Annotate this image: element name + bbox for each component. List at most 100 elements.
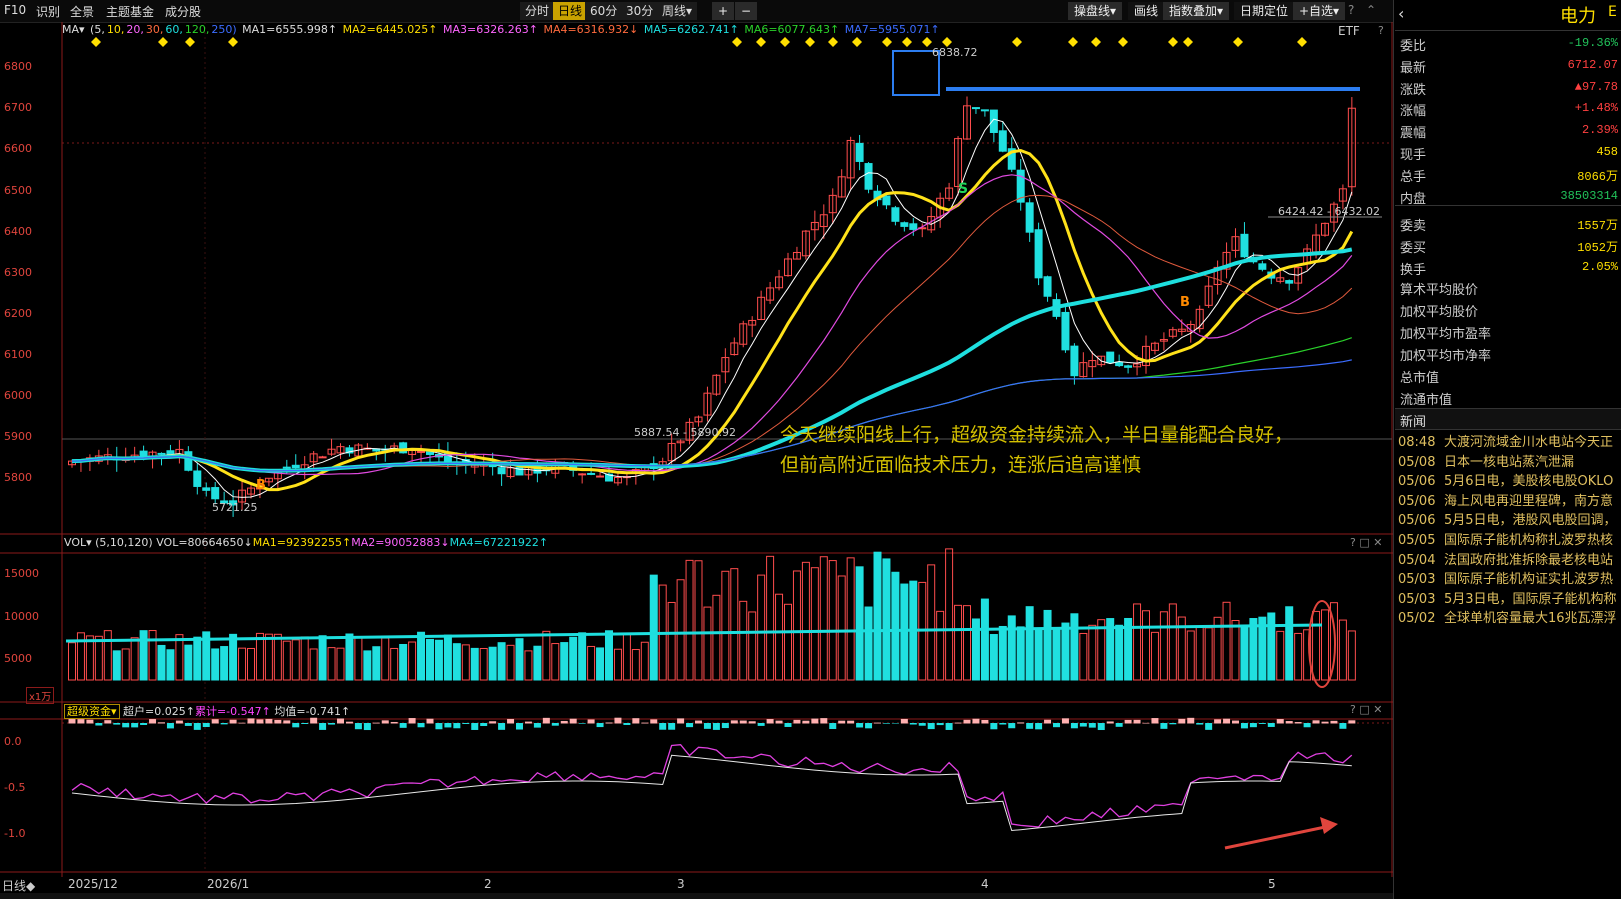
- volume-bar: [264, 633, 273, 681]
- fund-bar: [1142, 722, 1150, 724]
- date-locate-button[interactable]: 日期定位: [1234, 2, 1295, 20]
- kline-chart-canvas[interactable]: 6838.72 5721.25 5887.54 - 5890.92 6424.4…: [0, 22, 1393, 877]
- average-field: 加权平均股价: [1400, 305, 1479, 320]
- fund-bar: [1249, 723, 1257, 728]
- quote-row: 震幅 2.39%: [1398, 120, 1620, 141]
- tab-daily[interactable]: 日线: [553, 2, 588, 20]
- super-fund-dropdown[interactable]: 超级资金▾: [64, 704, 120, 719]
- vol-panel-controls[interactable]: ? □ ✕: [1350, 536, 1382, 549]
- help-icon[interactable]: ?: [1378, 24, 1384, 37]
- help-icon[interactable]: ?: [1348, 3, 1354, 17]
- volume-bar: [381, 637, 390, 681]
- quote-value: 8066万: [1577, 169, 1618, 184]
- volume-bar: [399, 644, 408, 681]
- news-item[interactable]: 05/02 全球单机容量最大16兆瓦漂浮: [1398, 607, 1620, 626]
- draw-line-button[interactable]: 画线: [1128, 2, 1165, 20]
- security-suffix: E: [1608, 4, 1617, 20]
- tab-30min[interactable]: 30分: [621, 2, 659, 20]
- buy-signal-1: B: [256, 478, 266, 493]
- volume-bar: [1007, 615, 1016, 681]
- fund-bar: [462, 723, 470, 724]
- volume-bar: [748, 611, 757, 681]
- fund-bar: [1258, 723, 1266, 724]
- vol-dropdown[interactable]: VOL▾: [64, 536, 92, 549]
- news-item[interactable]: 08:48 大渡河流域金川水电站今天正: [1398, 431, 1620, 450]
- fund-bar: [480, 723, 488, 727]
- fund-bar: [1303, 723, 1311, 728]
- chevron-up-icon[interactable]: ⌃: [1366, 3, 1376, 17]
- news-item[interactable]: 05/06 海上风电再迎里程碑，南方意: [1398, 490, 1620, 509]
- volume-unit: x1万: [26, 687, 55, 704]
- news-item[interactable]: 05/03 5月3日电，国际原子能机构称: [1398, 588, 1620, 607]
- analysis-note-line1: 今天继续阳线上行，超级资金持续流入，半日量能配合良好，: [780, 424, 1294, 446]
- news-item[interactable]: 05/06 5月5日电，港股风电股回调，: [1398, 509, 1620, 528]
- fund-bar: [560, 720, 568, 724]
- news-headline: 5月6日电，美股核电股OKLO: [1444, 474, 1614, 490]
- news-item[interactable]: 05/06 5月6日电，美股核电股OKLO: [1398, 470, 1620, 489]
- fund-bar: [936, 723, 944, 726]
- candle-body: [157, 452, 166, 455]
- period-selector[interactable]: 日线◆: [2, 877, 35, 894]
- fund-bar: [909, 723, 917, 725]
- index-overlay-dropdown[interactable]: 指数叠加▾: [1163, 2, 1230, 20]
- average-field: 加权平均市净率: [1400, 349, 1492, 364]
- fund-bar: [516, 723, 523, 730]
- volume-bar: [891, 571, 900, 681]
- quote-row: 涨幅 +1.48%: [1398, 98, 1620, 119]
- volume-bar: [1142, 610, 1150, 681]
- volume-bar: [211, 648, 220, 681]
- volume-bar: [1070, 613, 1079, 681]
- trading-line-dropdown[interactable]: 操盘线▾: [1068, 2, 1123, 20]
- fund-bar: [202, 723, 210, 727]
- fund-bar: [721, 723, 729, 729]
- quote-value: 1557万: [1577, 219, 1618, 234]
- constituents-button[interactable]: 成分股: [165, 3, 201, 20]
- volume-bar: [515, 638, 524, 681]
- volume-bar: [963, 605, 971, 681]
- range-label-2: 6424.42 - 6432.02: [1278, 205, 1380, 218]
- bottom-scrollbar[interactable]: [0, 893, 1393, 899]
- high-price-label: 6838.72: [932, 46, 978, 59]
- f10-button[interactable]: F10: [4, 3, 26, 17]
- candle-body: [971, 107, 980, 110]
- news-item[interactable]: 05/03 国际原子能机构证实扎波罗热: [1398, 568, 1620, 587]
- analysis-note-line2: 但前高附近面临技术压力，连涨后追高谨慎: [780, 454, 1142, 476]
- candle-body: [980, 109, 989, 112]
- ma-dropdown[interactable]: MA▾: [62, 23, 85, 36]
- fund-bar: [1053, 723, 1060, 728]
- candle-body: [1240, 233, 1249, 258]
- quanjing-button[interactable]: 全景: [70, 3, 94, 20]
- volume-bar: [452, 643, 461, 681]
- news-tab[interactable]: 新闻: [1400, 411, 1426, 430]
- ma4-value: MA4=6316.932↓: [543, 23, 639, 36]
- theme-fund-button[interactable]: 主题基金: [106, 3, 154, 20]
- quote-value: 1052万: [1577, 241, 1618, 256]
- fund-bar: [900, 718, 908, 724]
- fund-bar: [158, 722, 165, 724]
- fund-bar: [1160, 723, 1168, 729]
- fund-panel-controls[interactable]: ? □ ✕: [1350, 703, 1382, 716]
- fund-bar: [1205, 723, 1213, 730]
- volume-bar: [578, 632, 587, 681]
- tab-60min[interactable]: 60分: [585, 2, 623, 20]
- quote-label: 内盘: [1400, 191, 1427, 207]
- tab-weekly[interactable]: 周线▾: [657, 2, 698, 20]
- volume-bar: [712, 594, 721, 681]
- zoom-out-button[interactable]: −: [735, 2, 758, 20]
- add-watchlist-dropdown[interactable]: +自选▾: [1293, 2, 1346, 20]
- volume-bar: [372, 646, 381, 681]
- zoom-in-button[interactable]: +: [712, 2, 735, 20]
- news-item[interactable]: 05/05 国际原子能机构称扎波罗热核: [1398, 529, 1620, 548]
- fund-bar: [999, 723, 1007, 725]
- volume-indicator-header: VOL▾ (5,10,120) VOL=80664650↓MA1=9239225…: [64, 536, 549, 549]
- candle-body: [578, 473, 587, 476]
- tab-intraday[interactable]: 分时: [520, 2, 555, 20]
- back-icon[interactable]: ‹: [1398, 4, 1404, 23]
- fund-bar: [1240, 723, 1248, 729]
- news-item[interactable]: 05/08 日本一核电站蒸汽泄漏: [1398, 451, 1620, 470]
- news-item[interactable]: 05/04 法国政府批准拆除最老核电站: [1398, 549, 1620, 568]
- quote-row: 最新 6712.07: [1398, 55, 1620, 76]
- volume-bar: [238, 647, 247, 681]
- shibie-button[interactable]: 识别: [36, 3, 60, 20]
- volume-bar: [837, 575, 846, 681]
